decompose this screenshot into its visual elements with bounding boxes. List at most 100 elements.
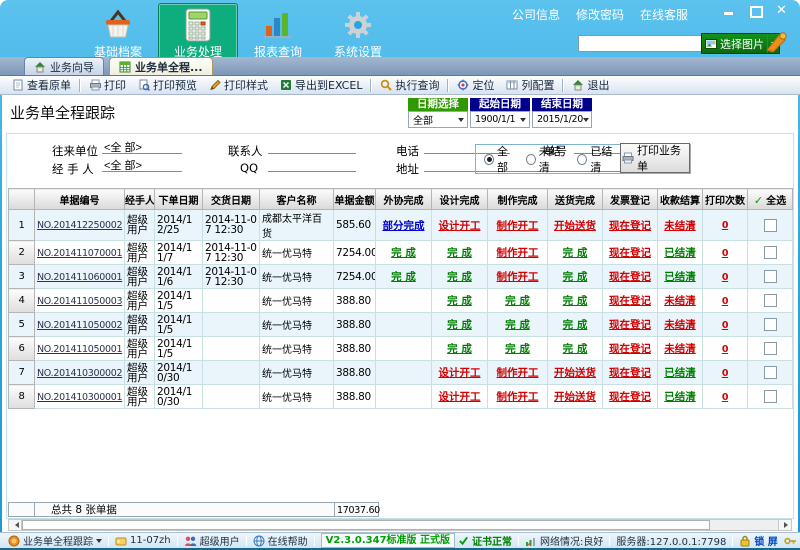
print-count-link[interactable]: 0 xyxy=(722,220,728,231)
invoice-link[interactable]: 现在登记 xyxy=(609,247,651,259)
payment-link[interactable]: 已结清 xyxy=(664,367,696,379)
handler-field[interactable] xyxy=(102,158,182,172)
qq-field[interactable] xyxy=(268,158,356,172)
switch-user-button[interactable]: 切换用户 xyxy=(784,533,800,548)
close-button[interactable] xyxy=(776,5,790,17)
design-link[interactable]: 完 成 xyxy=(447,247,472,259)
print-count-link[interactable]: 0 xyxy=(722,320,728,331)
order-no-link[interactable]: NO.201410300001 xyxy=(37,392,122,403)
deliver-link[interactable]: 开始送货 xyxy=(554,220,596,232)
col-header-outsource[interactable]: 外协完成 xyxy=(376,189,432,210)
locate-button[interactable]: 定位 xyxy=(451,77,500,94)
col-header-invoice[interactable]: 发票登记 xyxy=(603,189,658,210)
make-link[interactable]: 制作开工 xyxy=(497,367,539,379)
contact-field[interactable] xyxy=(268,140,356,154)
row-checkbox[interactable] xyxy=(764,246,777,259)
make-link[interactable]: 完 成 xyxy=(505,343,530,355)
nav-item-base-archive[interactable]: 基础档案 xyxy=(78,3,158,64)
invoice-link[interactable]: 现在登记 xyxy=(609,367,651,379)
date-mode-select[interactable]: 全部 xyxy=(408,111,468,128)
deliver-link[interactable]: 完 成 xyxy=(563,295,588,307)
invoice-link[interactable]: 现在登记 xyxy=(609,319,651,331)
print-order-button[interactable]: 打印业务单 xyxy=(620,143,690,173)
deliver-link[interactable]: 完 成 xyxy=(563,271,588,283)
row-checkbox[interactable] xyxy=(764,294,777,307)
row-checkbox[interactable] xyxy=(764,270,777,283)
row-checkbox[interactable] xyxy=(764,390,777,403)
online-help[interactable]: 在线帮助 xyxy=(253,533,308,548)
payment-link[interactable]: 未结清 xyxy=(664,295,696,307)
design-link[interactable]: 完 成 xyxy=(447,295,472,307)
minimize-button[interactable] xyxy=(722,5,736,17)
col-header-handler[interactable]: 经手人 xyxy=(125,189,155,210)
make-link[interactable]: 制作开工 xyxy=(497,271,539,283)
radio-all[interactable]: 全部 xyxy=(484,143,517,175)
order-no-link[interactable]: NO.201411050001 xyxy=(37,344,122,355)
start-date-select[interactable]: 1900/1/1 xyxy=(470,111,530,128)
make-link[interactable]: 制作开工 xyxy=(497,247,539,259)
execute-query-button[interactable]: 执行查询 xyxy=(374,77,445,94)
invoice-link[interactable]: 现在登记 xyxy=(609,295,651,307)
print-count-link[interactable]: 0 xyxy=(722,272,728,283)
order-no-link[interactable]: NO.201410300002 xyxy=(37,368,122,379)
export-excel-button[interactable]: 导出到EXCEL xyxy=(274,77,368,94)
design-link[interactable]: 设计开工 xyxy=(439,391,481,403)
payment-link[interactable]: 未结清 xyxy=(664,220,696,232)
row-checkbox[interactable] xyxy=(764,318,777,331)
invoice-link[interactable]: 现在登记 xyxy=(609,343,651,355)
outsource-link[interactable]: 部分完成 xyxy=(383,220,425,232)
scrollbar-thumb[interactable] xyxy=(22,520,710,530)
col-header-customer[interactable]: 客户名称 xyxy=(260,189,334,210)
design-link[interactable]: 设计开工 xyxy=(439,220,481,232)
order-no-link[interactable]: NO.201412250002 xyxy=(37,220,122,231)
column-config-button[interactable]: 列配置 xyxy=(500,77,560,94)
payment-link[interactable]: 已结清 xyxy=(664,271,696,283)
order-no-link[interactable]: NO.201411050003 xyxy=(37,296,122,307)
print-preview-button[interactable]: 打印预览 xyxy=(132,77,203,94)
radio-settled[interactable]: 已结清 xyxy=(577,143,620,175)
col-header-order-no[interactable]: 单据编号 xyxy=(35,189,125,210)
col-header-design[interactable]: 设计完成 xyxy=(432,189,488,210)
col-header-select-all[interactable]: 全选 xyxy=(748,189,793,210)
horn-icon[interactable] xyxy=(764,30,790,54)
print-count-link[interactable]: 0 xyxy=(722,368,728,379)
change-password-link[interactable]: 修改密码 xyxy=(576,6,624,23)
order-no-link[interactable]: NO.201411050002 xyxy=(37,320,122,331)
design-link[interactable]: 完 成 xyxy=(447,319,472,331)
view-original-button[interactable]: 查看原单 xyxy=(6,77,77,94)
print-style-button[interactable]: 打印样式 xyxy=(203,77,274,94)
col-header-make[interactable]: 制作完成 xyxy=(488,189,548,210)
tab-business-wizard[interactable]: 业务向导 xyxy=(24,57,104,75)
nav-item-report-query[interactable]: 报表查询 xyxy=(238,3,318,64)
exit-button[interactable]: 退出 xyxy=(566,77,615,94)
make-link[interactable]: 完 成 xyxy=(505,319,530,331)
invoice-link[interactable]: 现在登记 xyxy=(609,271,651,283)
print-count-link[interactable]: 0 xyxy=(722,392,728,403)
order-no-link[interactable]: NO.201411070001 xyxy=(37,248,122,259)
row-checkbox[interactable] xyxy=(764,366,777,379)
image-search-input[interactable] xyxy=(578,35,702,52)
scroll-right-arrow[interactable] xyxy=(778,520,791,530)
nav-item-business-process[interactable]: 业务处理 xyxy=(158,3,238,64)
deliver-link[interactable]: 开始送货 xyxy=(554,391,596,403)
horizontal-scrollbar[interactable] xyxy=(8,519,792,531)
print-count-link[interactable]: 0 xyxy=(722,344,728,355)
online-service-link[interactable]: 在线客服 xyxy=(640,6,688,23)
make-link[interactable]: 完 成 xyxy=(505,295,530,307)
col-header-payment[interactable]: 收款结算 xyxy=(658,189,703,210)
lock-screen-button[interactable]: 锁 屏 xyxy=(739,533,777,548)
invoice-link[interactable]: 现在登记 xyxy=(609,220,651,232)
deliver-link[interactable]: 完 成 xyxy=(563,319,588,331)
end-date-select[interactable]: 2015/1/20 xyxy=(532,111,592,128)
scroll-left-arrow[interactable] xyxy=(9,520,22,530)
payment-link[interactable]: 未结清 xyxy=(664,343,696,355)
col-header-deliver[interactable]: 送货完成 xyxy=(548,189,603,210)
col-header-order-date[interactable]: 下单日期 xyxy=(155,189,203,210)
outsource-link[interactable]: 完 成 xyxy=(391,247,416,259)
col-header-amount[interactable]: 单据金额 xyxy=(334,189,376,210)
print-button[interactable]: 打印 xyxy=(83,77,132,94)
payment-link[interactable]: 已结清 xyxy=(664,391,696,403)
print-count-link[interactable]: 0 xyxy=(722,296,728,307)
invoice-link[interactable]: 现在登记 xyxy=(609,391,651,403)
radio-unsettled[interactable]: 未结清 xyxy=(526,143,569,175)
